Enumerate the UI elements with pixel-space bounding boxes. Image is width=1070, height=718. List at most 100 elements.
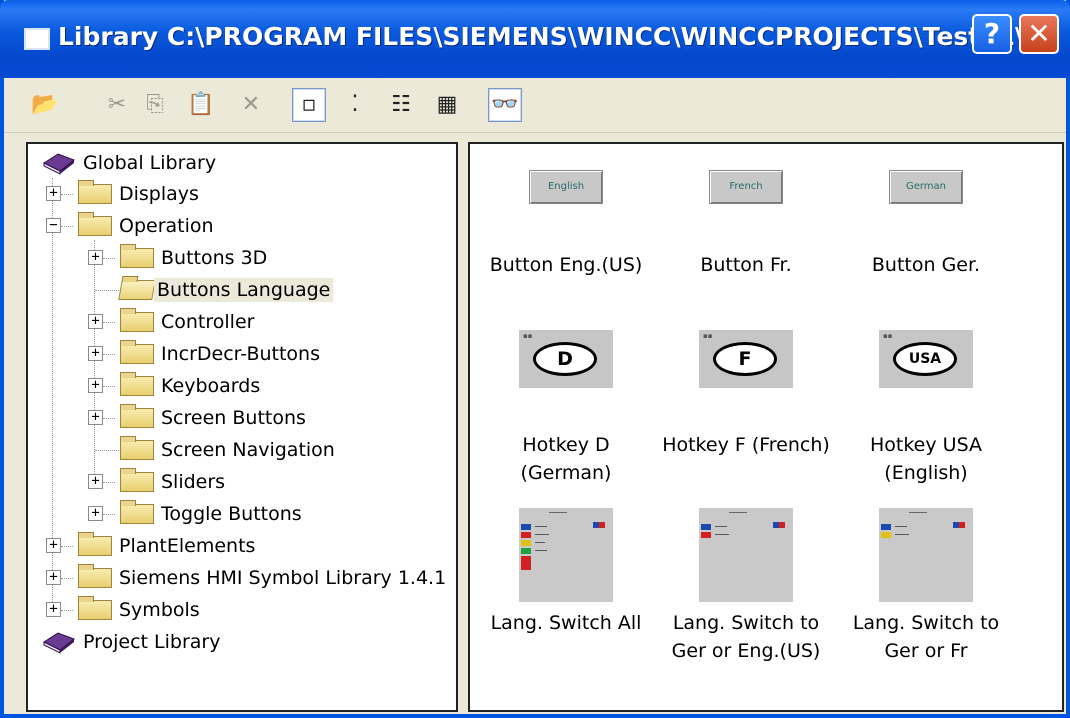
cut-icon[interactable]: ✂ [100,88,134,122]
item-preview: French [709,170,783,204]
small-icons-view-icon[interactable]: ⁚ [338,88,372,122]
tree-connector [61,226,73,227]
tree-node-label: Symbols [119,599,200,621]
tree-node-symbols[interactable]: + Symbols [28,595,428,625]
library-item-button-eng[interactable]: English Button Eng.(US) [476,164,656,314]
tree-node-buttons-3d[interactable]: + Buttons 3D [28,243,428,273]
tree-connector [61,194,73,195]
item-caption-line1: Hotkey USA [870,434,982,456]
preview-tag: ▪▪ [523,332,533,340]
tree-node-label: Displays [119,183,199,205]
expand-icon[interactable]: + [88,346,103,361]
tree-connector [103,258,115,259]
library-item-lang-switch-ger-eng[interactable]: Lang. Switch to Ger or Eng.(US) [656,506,836,676]
library-tree[interactable]: Global Library + Displays − Operation + … [26,142,458,712]
paste-icon[interactable]: 📋 [184,88,218,122]
preview-glasses-icon[interactable]: 👓 [488,88,522,122]
item-caption-line1: Lang. Switch to [852,612,1000,634]
item-preview [519,508,613,602]
folder-icon [120,372,154,396]
tree-connector [103,322,115,323]
collapse-icon[interactable]: − [46,218,61,233]
item-preview: ▪▪ F [699,330,793,388]
item-caption-line1: Lang. Switch All [490,612,642,634]
folder-icon [120,244,154,268]
tree-node-displays[interactable]: + Displays [28,179,428,209]
item-preview [879,508,973,602]
thumbnail-graphic [881,512,965,538]
item-preview [699,508,793,602]
library-item-hotkey-f[interactable]: ▪▪ F Hotkey F (French) [656,330,836,490]
item-preview: ▪▪ D [519,330,613,388]
expand-icon[interactable]: + [88,250,103,265]
folder-icon [120,468,154,492]
expand-icon[interactable]: + [46,570,61,585]
hotkey-oval: F [713,342,777,376]
tree-node-toggle-buttons[interactable]: + Toggle Buttons [28,499,428,529]
tree-node-screen-navigation[interactable]: Screen Navigation [28,435,428,465]
new-folder-icon[interactable]: 📂 [28,88,62,122]
tree-node-project-library[interactable]: Project Library [36,627,436,657]
library-item-hotkey-usa[interactable]: ▪▪ USA Hotkey USA (English) [836,330,1016,490]
large-icons-view-icon[interactable]: ▫ [292,88,326,122]
tree-connector [95,450,119,451]
tree-node-screen-buttons[interactable]: + Screen Buttons [28,403,428,433]
expand-icon[interactable]: + [46,602,61,617]
library-item-lang-switch-all[interactable]: Lang. Switch All [476,506,656,676]
tree-node-global-library[interactable]: Global Library [36,148,436,178]
tree-node-label: Project Library [83,631,221,653]
tree-connector [103,514,115,515]
tree-node-sliders[interactable]: + Sliders [28,467,428,497]
tree-node-incrdecr-buttons[interactable]: + IncrDecr-Buttons [28,339,428,369]
tree-node-siemens-hmi-symbol-library[interactable]: + Siemens HMI Symbol Library 1.4.1 [28,563,448,593]
copy-icon[interactable]: ⎘ [138,88,172,122]
library-item-button-ger[interactable]: German Button Ger. [836,164,1016,314]
folder-icon [78,180,112,204]
folder-icon [120,436,154,460]
tree-node-keyboards[interactable]: + Keyboards [28,371,428,401]
item-caption-line2: Ger or Fr [884,640,968,662]
item-caption-line1: Lang. Switch to [672,612,820,634]
expand-icon[interactable]: + [88,314,103,329]
help-button[interactable]: ? [972,14,1012,54]
expand-icon[interactable]: + [88,410,103,425]
list-view-icon[interactable]: ☷ [384,88,418,122]
book-icon [42,153,76,175]
tree-connector [103,386,115,387]
delete-icon[interactable]: ✕ [234,88,268,122]
tree-connector [103,418,115,419]
tree-node-label: Keyboards [161,375,261,397]
tree-node-operation[interactable]: − Operation [28,211,428,241]
folder-icon [120,500,154,524]
window-icon [24,28,50,50]
expand-icon[interactable]: + [46,538,61,553]
expand-icon[interactable]: + [46,186,61,201]
folder-icon [120,340,154,364]
title-bar[interactable]: Library C:\PROGRAM FILES\SIEMENS\WINCC\W… [0,0,1070,78]
item-preview: English [529,170,603,204]
expand-icon[interactable]: + [88,506,103,521]
close-button[interactable]: ✕ [1019,14,1059,54]
library-item-hotkey-d[interactable]: ▪▪ D Hotkey D (German) [476,330,656,490]
item-preview: German [889,170,963,204]
hotkey-oval: D [533,342,597,376]
library-item-lang-switch-ger-fr[interactable]: Lang. Switch to Ger or Fr [836,506,1016,676]
tree-node-controller[interactable]: + Controller [28,307,428,337]
book-icon [42,632,76,654]
tree-node-buttons-language[interactable]: Buttons Language [28,275,428,305]
tree-connector [61,610,73,611]
details-view-icon[interactable]: ▦ [430,88,464,122]
tree-node-plant-elements[interactable]: + PlantElements [28,531,428,561]
tree-node-label: Operation [119,215,214,237]
expand-icon[interactable]: + [88,474,103,489]
tree-node-label: IncrDecr-Buttons [161,343,320,365]
item-caption: Button Eng.(US) [489,254,643,276]
library-items-view[interactable]: English Button Eng.(US) French Button Fr… [468,142,1064,712]
expand-icon[interactable]: + [88,378,103,393]
folder-icon [120,404,154,428]
folder-icon [78,532,112,556]
pane-splitter[interactable] [458,142,468,712]
item-caption-line1: Hotkey D [522,434,610,456]
library-item-button-fr[interactable]: French Button Fr. [656,164,836,314]
tree-connector [61,546,73,547]
